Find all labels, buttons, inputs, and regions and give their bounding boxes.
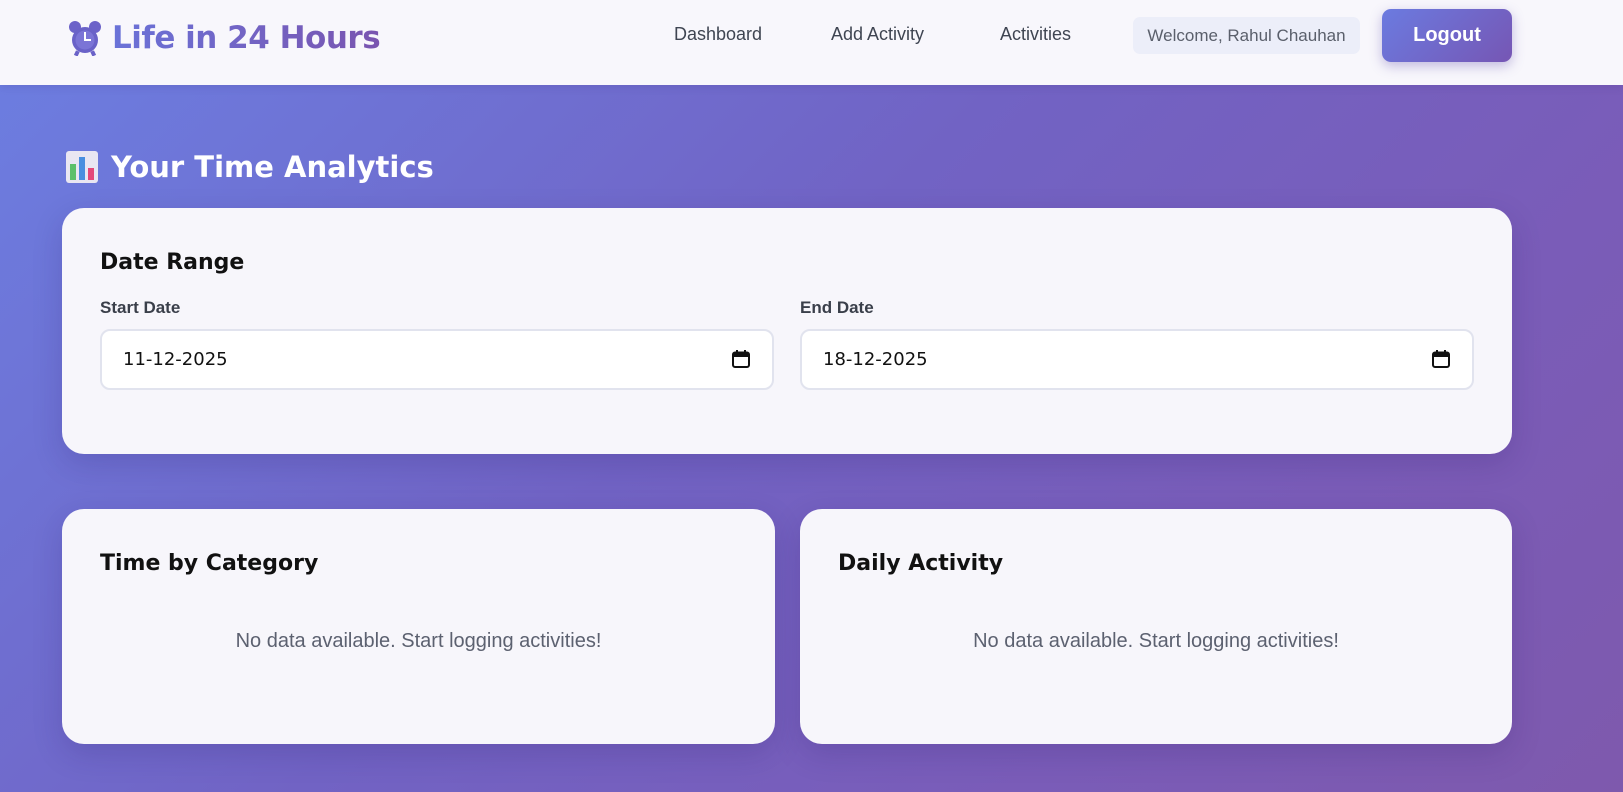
calendar-icon[interactable] — [1432, 350, 1450, 368]
page-title: Your Time Analytics — [111, 150, 434, 184]
nav-activities-link[interactable]: Activities — [1000, 24, 1071, 45]
daily-activity-card: Daily Activity No data available. Start … — [800, 509, 1512, 744]
nav-dashboard-link[interactable]: Dashboard — [674, 24, 762, 45]
brand[interactable]: Life in 24 Hours — [68, 18, 381, 58]
daily-activity-title: Daily Activity — [838, 551, 1004, 576]
nav-add-activity-link[interactable]: Add Activity — [831, 24, 924, 45]
logout-button[interactable]: Logout — [1382, 9, 1512, 62]
alarm-clock-icon — [69, 21, 101, 56]
calendar-icon[interactable] — [732, 350, 750, 368]
page-heading: Your Time Analytics — [65, 150, 434, 184]
start-date-input[interactable]: 11-12-2025 — [100, 329, 774, 390]
end-date-input[interactable]: 18-12-2025 — [800, 329, 1474, 390]
end-date-value: 18-12-2025 — [823, 349, 928, 370]
time-by-category-card: Time by Category No data available. Star… — [62, 509, 775, 744]
time-by-category-title: Time by Category — [100, 551, 319, 576]
date-range-card: Date Range Start Date End Date 11-12-202… — [62, 208, 1512, 454]
brand-title: Life in 24 Hours — [112, 20, 381, 56]
end-date-label: End Date — [800, 298, 874, 317]
welcome-badge: Welcome, Rahul Chauhan — [1133, 17, 1360, 54]
daily-empty-message: No data available. Start logging activit… — [973, 630, 1339, 652]
category-empty-message: No data available. Start logging activit… — [235, 630, 602, 652]
date-range-title: Date Range — [100, 250, 245, 275]
start-date-value: 11-12-2025 — [123, 349, 228, 370]
bar-chart-icon — [66, 151, 98, 183]
start-date-label: Start Date — [100, 298, 181, 317]
top-navbar: Life in 24 Hours Dashboard Add Activity … — [0, 0, 1623, 85]
